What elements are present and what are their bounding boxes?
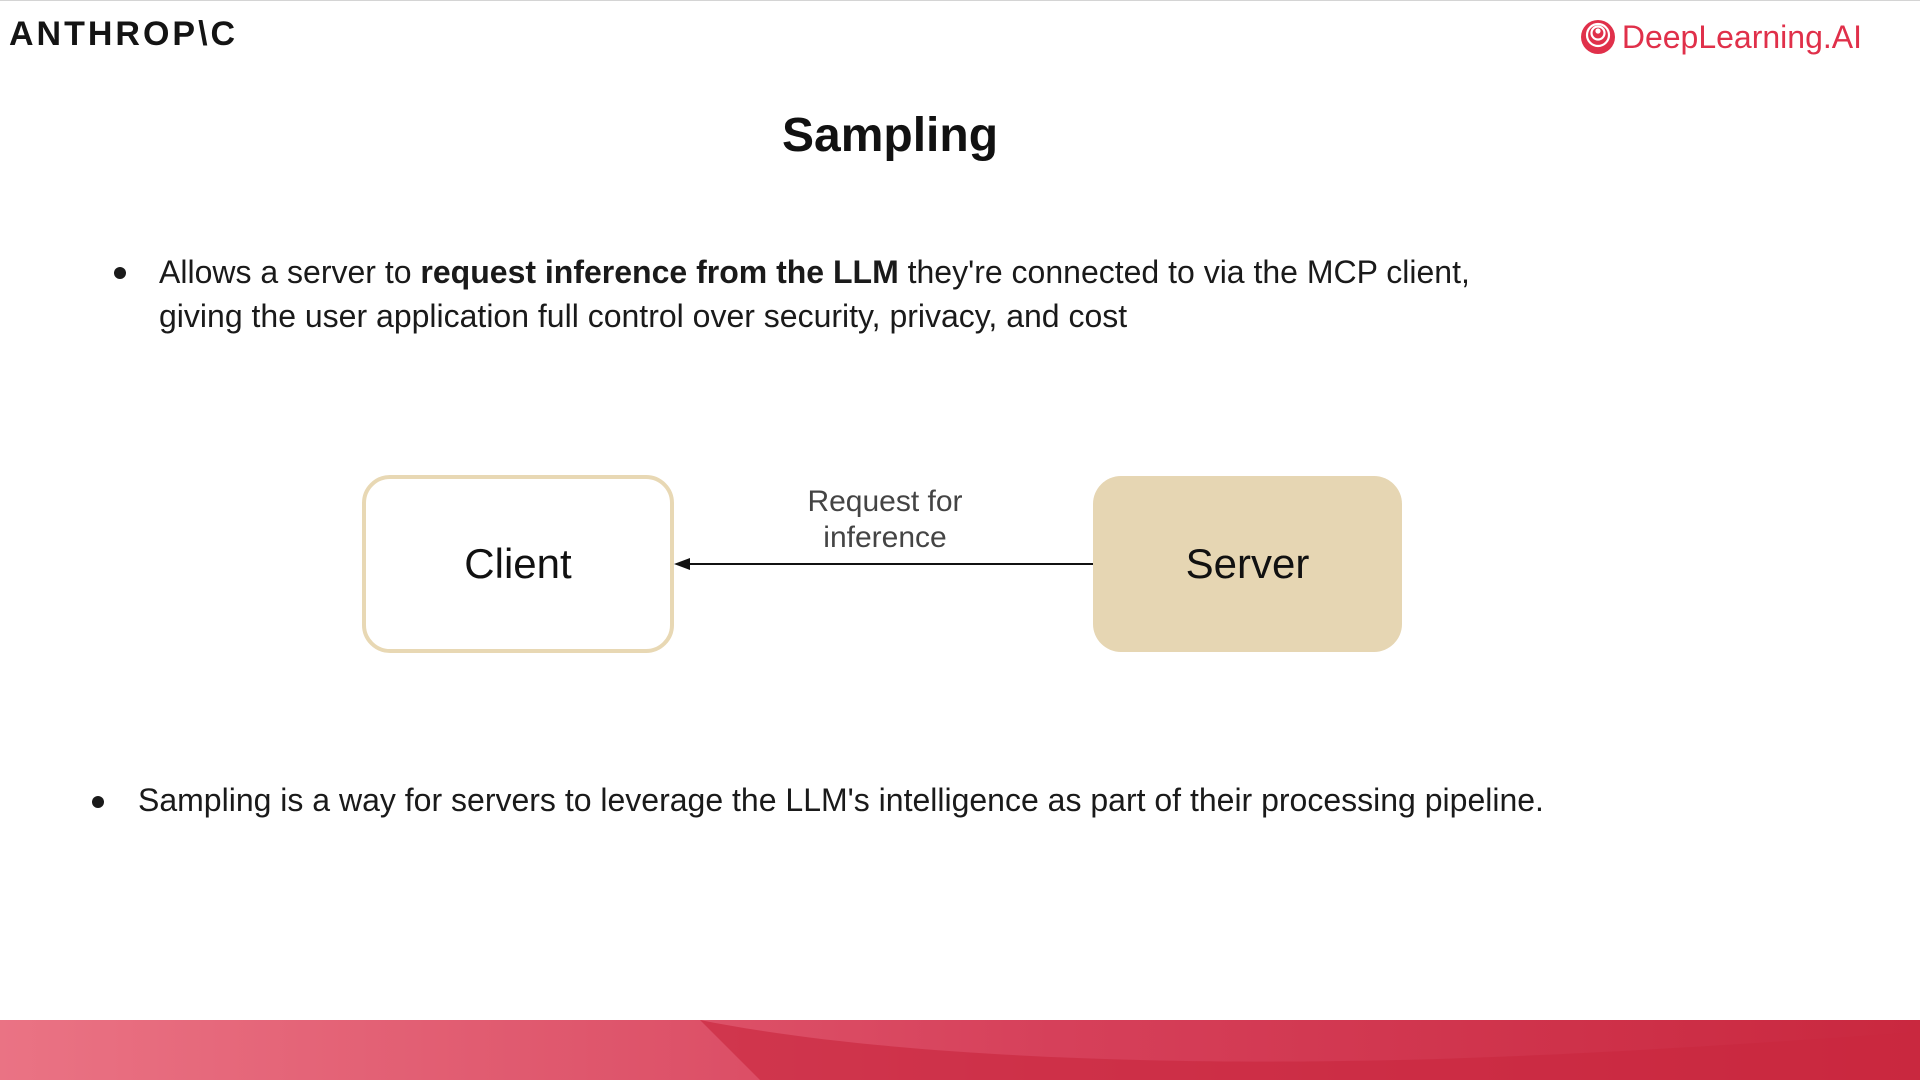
request-arrow: [674, 558, 1093, 570]
bullet-dot-icon: [92, 796, 104, 808]
bullet-2-text: Sampling is a way for servers to leverag…: [138, 782, 1544, 818]
bullet-point-2: Sampling is a way for servers to leverag…: [90, 778, 1790, 822]
footer-decoration: [0, 1020, 1920, 1080]
slide: ANTHROP\C DeepLearning.AI Sampling Allow…: [0, 0, 1920, 1080]
sampling-diagram: Client Server Request for inference: [0, 0, 1920, 1080]
arrow-head-icon: [674, 558, 690, 570]
